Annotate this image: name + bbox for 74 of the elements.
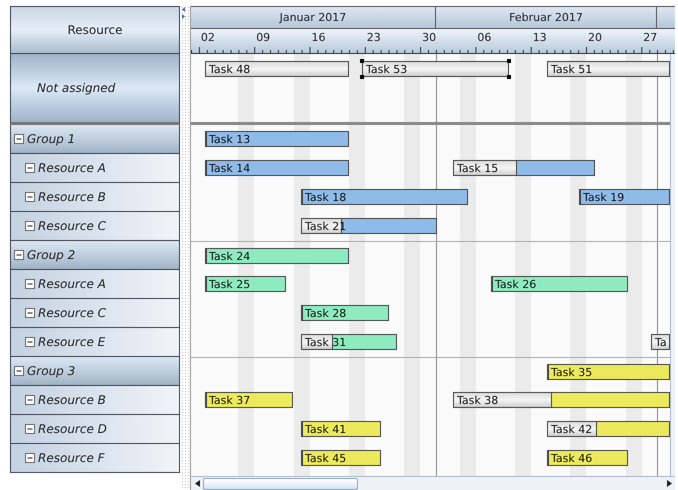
task-bar[interactable]: Task 38 [453,392,670,408]
task-bar[interactable]: Task 31 [301,334,397,350]
collapse-icon[interactable] [25,395,35,405]
task-bar[interactable]: Task 13 [205,131,349,147]
task-bar[interactable]: Task 35 [547,364,670,380]
group-row[interactable]: Group 2 [10,241,180,270]
resource-row[interactable]: Resource C [10,299,180,328]
row-label: Resource B [38,190,106,204]
collapse-icon[interactable] [14,250,24,260]
vertical-scrollbar[interactable] [670,54,675,476]
week-label: 06 [477,31,492,44]
task-bar[interactable]: Task 48 [205,61,349,77]
row-label: Resource E [38,335,106,349]
task-bar[interactable]: Task 25 [205,276,286,292]
resource-row[interactable]: Resource B [10,386,180,415]
task-bar[interactable]: Task 28 [301,305,389,321]
month-header: Februar 2017 [436,6,658,29]
week-label: 13 [532,31,547,44]
resource-row[interactable]: Resource C [10,212,180,241]
collapse-icon[interactable] [25,308,35,318]
horizontal-scrollbar[interactable] [191,476,675,490]
row-label: Resource C [38,306,106,320]
collapse-icon[interactable] [25,279,35,289]
resource-row[interactable]: Resource B [10,183,180,212]
task-bar[interactable]: Task 24 [205,248,349,264]
week-label: 09 [256,31,270,44]
scroll-thumb[interactable] [203,478,358,490]
splitter-arrows-icon[interactable] [181,6,186,20]
collapse-icon[interactable] [14,134,24,144]
resource-header: Resource [10,6,180,54]
week-label: 30 [422,31,436,44]
collapse-icon[interactable] [25,337,35,347]
week-label: 23 [366,31,381,44]
collapse-icon[interactable] [25,221,35,231]
task-bar[interactable]: Task 18 [301,189,468,205]
row-label: Resource F [38,451,105,465]
row-label: Resource D [38,422,107,436]
resource-row[interactable]: Resource A [10,270,180,299]
resource-row[interactable]: Resource D [10,415,180,444]
task-bar[interactable]: Task 26 [491,276,628,292]
row-label: Resource A [38,277,106,291]
collapse-icon[interactable] [25,424,35,434]
task-bar[interactable]: Task 37 [205,392,293,408]
resource-row[interactable]: Resource E [10,328,180,357]
row-label: Resource A [38,161,106,175]
week-label: 02 [200,31,215,44]
row-label: Group 2 [27,248,76,262]
row-label: Resource B [38,393,106,407]
task-bar[interactable]: Task 51 [547,61,670,77]
row-label: Resource C [38,219,106,233]
task-bar[interactable]: Ta [651,334,670,350]
task-bar[interactable]: Task 15 [453,160,595,176]
collapse-icon[interactable] [25,192,35,202]
month-header: Januar 2017 [191,6,436,29]
task-bar[interactable]: Task 45 [301,450,381,466]
collapse-icon[interactable] [14,366,24,376]
resource-row[interactable]: Resource F [10,444,180,473]
resource-row[interactable]: Resource A [10,154,180,183]
task-bar[interactable]: Task 19 [579,189,670,205]
task-bar[interactable]: Task 46 [547,450,628,466]
row-label: Group 3 [27,364,76,378]
task-bar[interactable]: Task 42 [547,421,670,437]
task-bar[interactable]: Task 53 [362,61,509,77]
week-label: 16 [312,31,326,44]
resource-label: Not assigned [10,54,180,125]
collapse-icon[interactable] [25,163,35,173]
week-label: 20 [588,31,602,44]
group-row[interactable]: Group 3 [10,357,180,386]
row-label: Group 1 [27,132,76,146]
group-row[interactable]: Group 1 [10,125,180,154]
week-label: 27 [643,31,658,44]
task-bar[interactable]: Task 14 [205,160,349,176]
collapse-icon[interactable] [25,453,35,463]
task-bar[interactable]: Task 41 [301,421,381,437]
